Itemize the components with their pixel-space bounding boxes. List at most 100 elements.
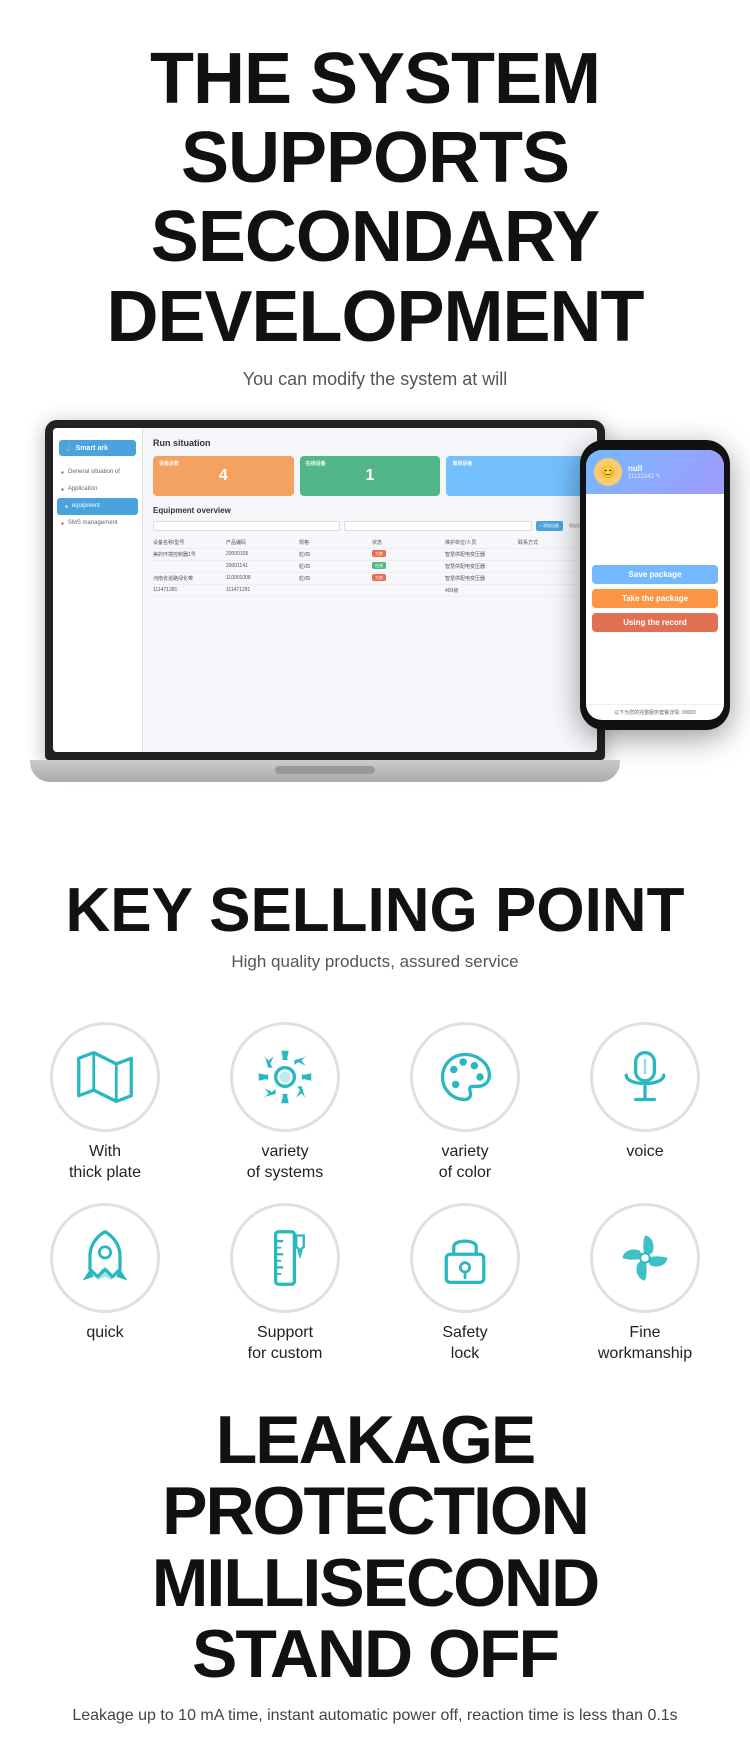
section-leakage: LEAKAGE PROTECTIONMILLISECONDSTAND OFF L… [0, 1375, 750, 1738]
icon-label-thick-plate: Withthick plate [69, 1142, 141, 1184]
map-icon [75, 1047, 135, 1107]
icon-label-voice: voice [626, 1142, 663, 1163]
cell-unit3: 智慧供配电变压器 [445, 575, 514, 582]
icon-item-systems: varietyof systems [200, 1022, 370, 1184]
palette-icon [435, 1047, 495, 1107]
run-title: Run situation [153, 438, 587, 448]
cell-unit1: 智慧供配电变压器 [445, 551, 514, 558]
cell-code3: 110001008 [226, 575, 295, 582]
col-unit: 维护单位/人员 [445, 539, 514, 546]
card-total: 设备总数 4 [153, 456, 294, 496]
table-row: 20001141 粒/匹 在线 智慧供配电变压器 [153, 561, 587, 573]
phone-mockup: 😊 null 11122242 ✎ Save package Take the … [580, 440, 730, 730]
system-subtitle: You can modify the system at will [20, 369, 730, 390]
phone-footer: 以下为您的完整服务套餐详情: 00000 [586, 704, 724, 720]
icon-circle-palette [410, 1022, 520, 1132]
phone-number: 11122242 ✎ [628, 473, 661, 480]
icon-circle-fan [590, 1203, 700, 1313]
mic-icon [615, 1047, 675, 1107]
icon-item-fine: Fineworkmanship [560, 1203, 730, 1365]
menu-general: General situation of [53, 464, 142, 481]
leakage-title: LEAKAGE PROTECTIONMILLISECONDSTAND OFF [20, 1405, 730, 1691]
cell-unit2: 智慧供配电变压器 [445, 563, 514, 570]
cell-contact2 [518, 563, 587, 570]
icon-circle-ruler [230, 1203, 340, 1313]
card-label-online: 在线设备 [306, 460, 326, 467]
table-row: 河南省道路绿化带 110001008 粒/匹 大库 智慧供配电变压器 [153, 573, 587, 585]
take-package-btn[interactable]: Take the package [592, 589, 718, 608]
cell-contact1 [518, 551, 587, 558]
lock-icon [435, 1228, 495, 1288]
laptop-screen-body: ⚓ Smart ark General situation of Applica… [45, 420, 605, 760]
icon-item-color: varietyof color [380, 1022, 550, 1184]
table-row: 111471281 111471291 400级 [153, 585, 587, 597]
icon-label-custom: Supportfor custom [248, 1323, 323, 1365]
col-spec: 规格 [299, 539, 368, 546]
phone-header: 😊 null 11122242 ✎ [586, 450, 724, 494]
menu-application: Application [53, 481, 142, 498]
cell-name4: 111471281 [153, 587, 222, 594]
phone-action-buttons: Save package Take the package Using the … [586, 494, 724, 704]
cell-status4 [372, 587, 441, 594]
cell-spec4 [299, 587, 368, 594]
icon-label-safety: Safetylock [442, 1323, 487, 1365]
cell-spec2: 粒/匹 [299, 563, 368, 570]
cell-code1: 20000106 [226, 551, 295, 558]
icon-label-quick: quick [86, 1323, 123, 1344]
cards-row: 设备总数 4 在线设备 1 离线设备 [153, 456, 587, 496]
icon-item-voice: voice [560, 1022, 730, 1184]
cell-name1: 美的环境控制器1号 [153, 551, 222, 558]
rocket-icon [75, 1228, 135, 1288]
cell-status3: 大库 [372, 575, 441, 582]
cell-contact3 [518, 575, 587, 582]
laptop-base [30, 760, 620, 782]
icon-circle-map [50, 1022, 160, 1132]
cell-spec3: 粒/匹 [299, 575, 368, 582]
search-bar: + 添加设备 导出记录 [153, 521, 587, 531]
ruler-icon [255, 1228, 315, 1288]
add-button[interactable]: + 添加设备 [536, 521, 563, 531]
cell-code2: 20001141 [226, 563, 295, 570]
card-online: 在线设备 1 [300, 456, 441, 496]
cell-contact4 [518, 587, 587, 594]
icon-label-color: varietyof color [439, 1142, 491, 1184]
phone-user-info: null 11122242 ✎ [628, 464, 661, 480]
cell-spec1: 粒/匹 [299, 551, 368, 558]
laptop-logo: ⚓ Smart ark [59, 440, 136, 456]
laptop-main: Run situation 设备总数 4 在线设备 1 离线设备 [143, 428, 597, 752]
icon-item-thick-plate: Withthick plate [20, 1022, 190, 1184]
icon-item-safety: Safetylock [380, 1203, 550, 1365]
icon-circle-gear [230, 1022, 340, 1132]
gear-icon [255, 1047, 315, 1107]
col-status: 状态 [372, 539, 441, 546]
table-row: 美的环境控制器1号 20000106 粒/匹 大库 智慧供配电变压器 [153, 549, 587, 561]
icon-circle-rocket [50, 1203, 160, 1313]
cell-name2 [153, 563, 222, 570]
icon-circle-lock [410, 1203, 520, 1313]
col-code: 产品编码 [226, 539, 295, 546]
cell-unit4: 400级 [445, 587, 514, 594]
menu-equipment: equipment [57, 498, 138, 515]
using-record-btn[interactable]: Using the record [592, 613, 718, 632]
phone-screen: 😊 null 11122242 ✎ Save package Take the … [586, 450, 724, 720]
search-input2[interactable] [344, 521, 531, 531]
save-package-btn[interactable]: Save package [592, 565, 718, 584]
leakage-subtitle: Leakage up to 10 mA time, instant automa… [20, 1703, 730, 1729]
main-title: THE SYSTEM SUPPORTS SECONDARY DEVELOPMEN… [20, 40, 730, 357]
fan-icon [615, 1228, 675, 1288]
icon-item-custom: Supportfor custom [200, 1203, 370, 1365]
ksp-title: KEY SELLING POINT [20, 880, 730, 942]
laptop-screen: ⚓ Smart ark General situation of Applica… [53, 428, 597, 752]
cell-name3: 河南省道路绿化带 [153, 575, 222, 582]
icon-item-quick: quick [20, 1203, 190, 1365]
icon-label-fine: Fineworkmanship [598, 1323, 692, 1365]
card-label-offline: 离线设备 [452, 460, 472, 467]
overview-title: Equipment overview [153, 506, 587, 515]
search-input[interactable] [153, 521, 340, 531]
card-label-total: 设备总数 [159, 460, 179, 467]
card-offline: 离线设备 [446, 456, 587, 496]
section-system: THE SYSTEM SUPPORTS SECONDARY DEVELOPMEN… [0, 0, 750, 410]
col-contact: 联系方式 [518, 539, 587, 546]
ksp-subtitle: High quality products, assured service [20, 952, 730, 972]
section-selling: KEY SELLING POINT High quality products,… [0, 830, 750, 992]
